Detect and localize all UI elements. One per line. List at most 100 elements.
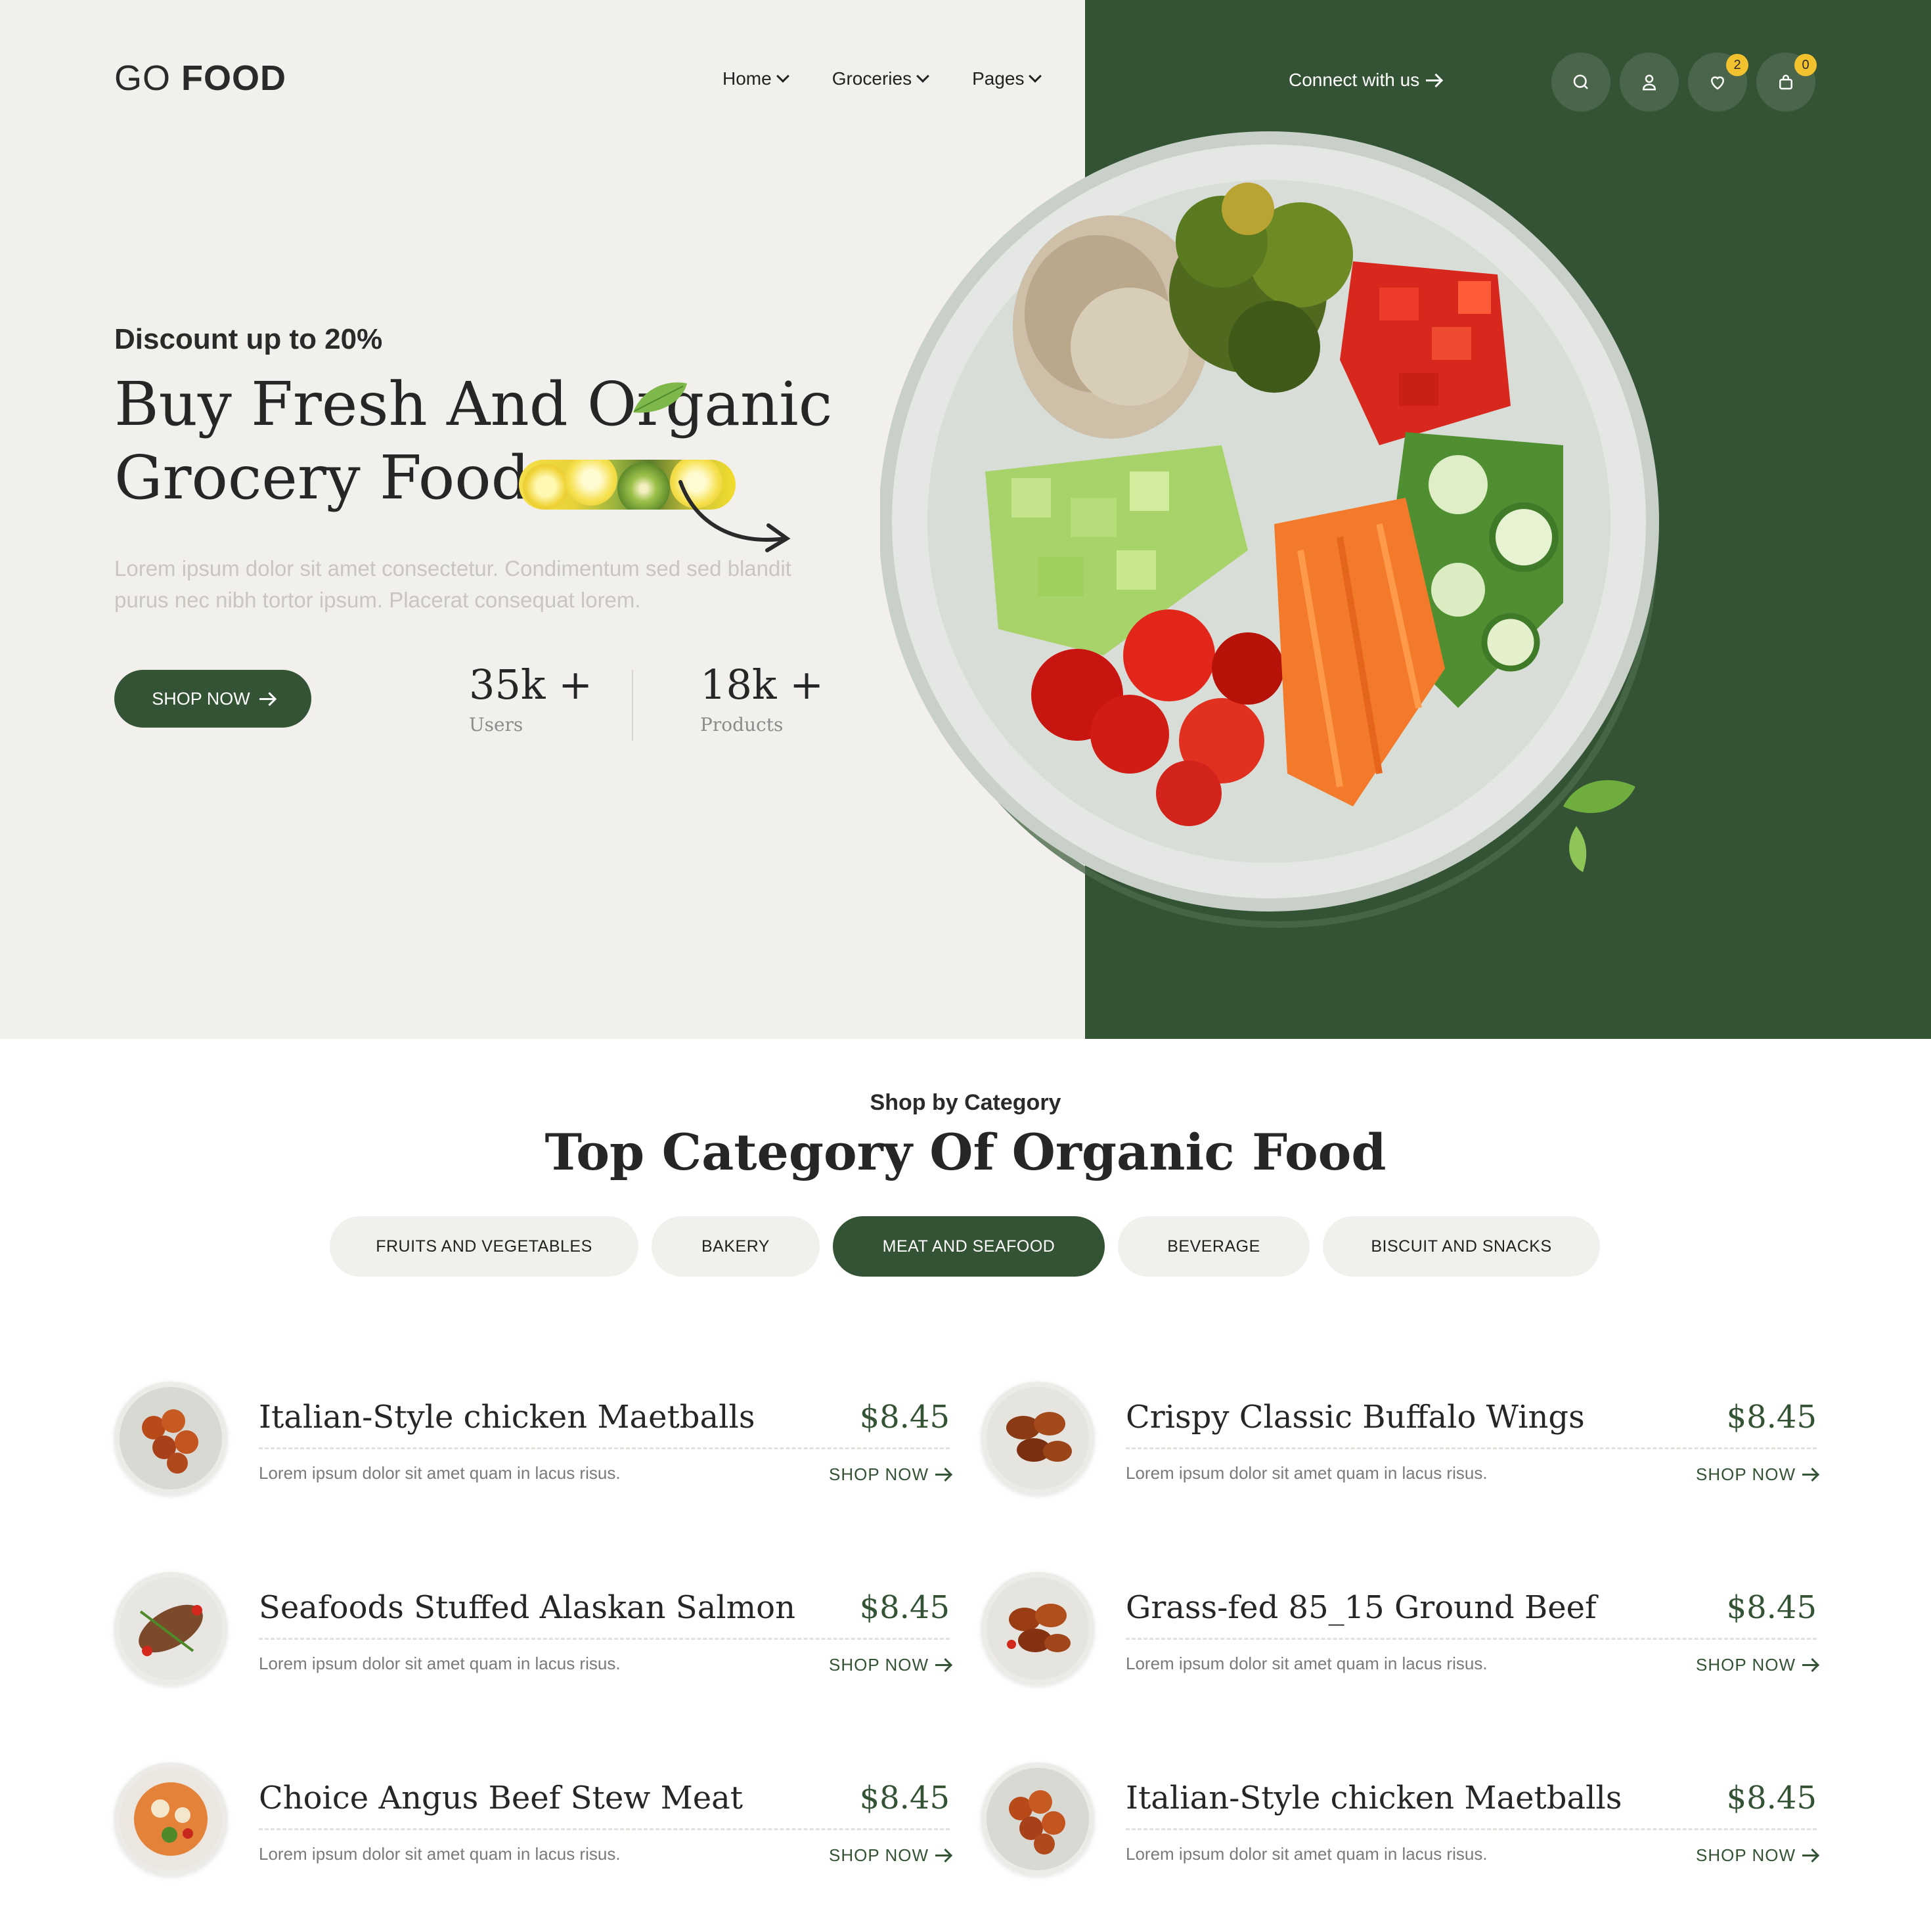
divider bbox=[259, 1828, 950, 1830]
product-image[interactable] bbox=[114, 1763, 227, 1876]
product-description: Lorem ipsum dolor sit amet quam in lacus… bbox=[1126, 1654, 1488, 1673]
category-eyebrow: Shop by Category bbox=[870, 1090, 1061, 1115]
hero-title-line2: Grocery Food bbox=[114, 443, 530, 513]
nav-item-label: Groceries bbox=[832, 68, 912, 89]
product-name[interactable]: Italian-Style chicken Maetballs bbox=[259, 1399, 755, 1436]
stat-label: Products bbox=[700, 714, 784, 735]
product-name[interactable]: Crispy Classic Buffalo Wings bbox=[1126, 1399, 1585, 1436]
product-image[interactable] bbox=[981, 1763, 1094, 1876]
salad-bowl-image bbox=[880, 131, 1659, 928]
shop-now-label: SHOP NOW bbox=[1696, 1655, 1796, 1675]
divider bbox=[259, 1638, 950, 1640]
stat-value: 35k + bbox=[469, 661, 593, 709]
stat-products: 18k + Products bbox=[700, 661, 824, 735]
search-icon bbox=[1573, 74, 1588, 89]
product-name[interactable]: Seafoods Stuffed Alaskan Salmon bbox=[259, 1589, 795, 1626]
main-nav: Home Groceries Pages bbox=[722, 68, 1042, 89]
tab-meat-and-seafood[interactable]: MEAT AND SEAFOOD bbox=[833, 1216, 1105, 1277]
hero-shop-now-button[interactable]: SHOP NOW bbox=[114, 670, 311, 728]
connect-label: Connect with us bbox=[1289, 70, 1420, 90]
shop-now-label: SHOP NOW bbox=[1696, 1464, 1796, 1484]
product-item: Grass-fed 85_15 Ground Beef $8.45 Lorem … bbox=[981, 1572, 1817, 1690]
shop-now-link[interactable]: SHOP NOW bbox=[1696, 1655, 1817, 1675]
cart-count-badge: 0 bbox=[1794, 54, 1817, 76]
shop-now-link[interactable]: SHOP NOW bbox=[1696, 1845, 1817, 1866]
hero-eyebrow: Discount up to 20% bbox=[114, 323, 383, 355]
arrow-right-icon bbox=[1802, 1474, 1817, 1476]
wishlist-button[interactable]: 2 bbox=[1688, 53, 1748, 112]
shop-now-link[interactable]: SHOP NOW bbox=[1696, 1464, 1817, 1485]
product-item: Choice Angus Beef Stew Meat $8.45 Lorem … bbox=[114, 1763, 950, 1881]
product-item: Italian-Style chicken Maetballs $8.45 Lo… bbox=[114, 1382, 950, 1500]
shop-now-link[interactable]: SHOP NOW bbox=[829, 1845, 950, 1866]
product-price: $8.45 bbox=[1726, 1399, 1817, 1436]
bag-icon bbox=[1779, 74, 1792, 90]
arrow-right-icon bbox=[1802, 1855, 1817, 1856]
category-section-title: Top Category Of Organic Food bbox=[544, 1123, 1387, 1181]
tab-biscuit-and-snacks[interactable]: BISCUIT AND SNACKS bbox=[1323, 1216, 1600, 1277]
connect-link[interactable]: Connect with us bbox=[1289, 70, 1441, 91]
product-image[interactable] bbox=[114, 1382, 227, 1495]
account-button[interactable] bbox=[1620, 53, 1679, 112]
tab-fruits-and-vegetables[interactable]: FRUITS AND VEGETABLES bbox=[330, 1216, 638, 1277]
hero-section: GO FOOD Home Groceries Pages Connect wit… bbox=[0, 0, 1931, 1039]
nav-item-home[interactable]: Home bbox=[722, 68, 789, 89]
divider bbox=[1126, 1828, 1817, 1830]
logo[interactable]: GO FOOD bbox=[114, 58, 286, 99]
arrow-right-icon bbox=[935, 1474, 950, 1476]
curved-arrow-icon bbox=[678, 480, 791, 552]
arrow-right-icon bbox=[1426, 79, 1441, 81]
shop-now-link[interactable]: SHOP NOW bbox=[829, 1655, 950, 1675]
shop-now-label: SHOP NOW bbox=[829, 1655, 929, 1675]
category-tabs: FRUITS AND VEGETABLES BAKERY MEAT AND SE… bbox=[330, 1216, 1600, 1277]
shop-now-link[interactable]: SHOP NOW bbox=[829, 1464, 950, 1485]
tab-bakery[interactable]: BAKERY bbox=[652, 1216, 820, 1277]
heart-icon bbox=[1710, 76, 1725, 90]
product-description: Lorem ipsum dolor sit amet quam in lacus… bbox=[259, 1844, 621, 1864]
stat-value: 18k + bbox=[700, 661, 824, 709]
leaf-decoration bbox=[1563, 780, 1635, 872]
product-item: Italian-Style chicken Maetballs $8.45 Lo… bbox=[981, 1763, 1817, 1881]
product-description: Lorem ipsum dolor sit amet quam in lacus… bbox=[259, 1654, 621, 1673]
product-price: $8.45 bbox=[859, 1399, 950, 1436]
product-image[interactable] bbox=[114, 1572, 227, 1685]
product-name[interactable]: Choice Angus Beef Stew Meat bbox=[259, 1780, 743, 1816]
hero-title-line1: Buy Fresh And Organic bbox=[114, 369, 833, 439]
tab-beverage[interactable]: BEVERAGE bbox=[1118, 1216, 1310, 1277]
nav-item-label: Pages bbox=[972, 68, 1025, 89]
divider bbox=[259, 1447, 950, 1449]
product-image[interactable] bbox=[981, 1382, 1094, 1495]
search-button[interactable] bbox=[1551, 53, 1610, 112]
product-image[interactable] bbox=[981, 1572, 1094, 1685]
shop-now-label: SHOP NOW bbox=[1696, 1845, 1796, 1865]
stat-label: Users bbox=[469, 714, 523, 735]
cart-button[interactable]: 0 bbox=[1756, 53, 1817, 112]
product-price: $8.45 bbox=[1726, 1780, 1817, 1816]
product-item: Seafoods Stuffed Alaskan Salmon $8.45 Lo… bbox=[114, 1572, 950, 1690]
arrow-right-icon bbox=[935, 1664, 950, 1666]
divider bbox=[1126, 1447, 1817, 1449]
shop-now-label: SHOP NOW bbox=[829, 1845, 929, 1865]
product-item: Crispy Classic Buffalo Wings $8.45 Lorem… bbox=[981, 1382, 1817, 1500]
chevron-down-icon bbox=[776, 70, 789, 83]
buffalo-wings-image bbox=[987, 1387, 1089, 1489]
product-name[interactable]: Italian-Style chicken Maetballs bbox=[1126, 1780, 1622, 1816]
hero-shop-now-label: SHOP NOW bbox=[152, 688, 250, 709]
product-name[interactable]: Grass-fed 85_15 Ground Beef bbox=[1126, 1589, 1597, 1626]
stat-divider bbox=[632, 670, 633, 741]
stat-users: 35k + Users bbox=[469, 661, 592, 735]
nav-item-pages[interactable]: Pages bbox=[972, 68, 1042, 89]
arrow-right-icon bbox=[259, 697, 274, 700]
salmon-image bbox=[120, 1577, 222, 1680]
header-icon-group: 2 0 bbox=[1551, 53, 1817, 112]
product-description: Lorem ipsum dolor sit amet quam in lacus… bbox=[1126, 1844, 1488, 1864]
arrow-right-icon bbox=[1802, 1664, 1817, 1666]
chevron-down-icon bbox=[1029, 70, 1042, 83]
nav-item-label: Home bbox=[722, 68, 772, 89]
logo-bold-text: FOOD bbox=[181, 58, 287, 98]
divider bbox=[1126, 1638, 1817, 1640]
product-price: $8.45 bbox=[1726, 1589, 1817, 1626]
nav-item-groceries[interactable]: Groceries bbox=[832, 68, 929, 89]
product-description: Lorem ipsum dolor sit amet quam in lacus… bbox=[1126, 1463, 1488, 1483]
user-icon bbox=[1642, 74, 1656, 91]
